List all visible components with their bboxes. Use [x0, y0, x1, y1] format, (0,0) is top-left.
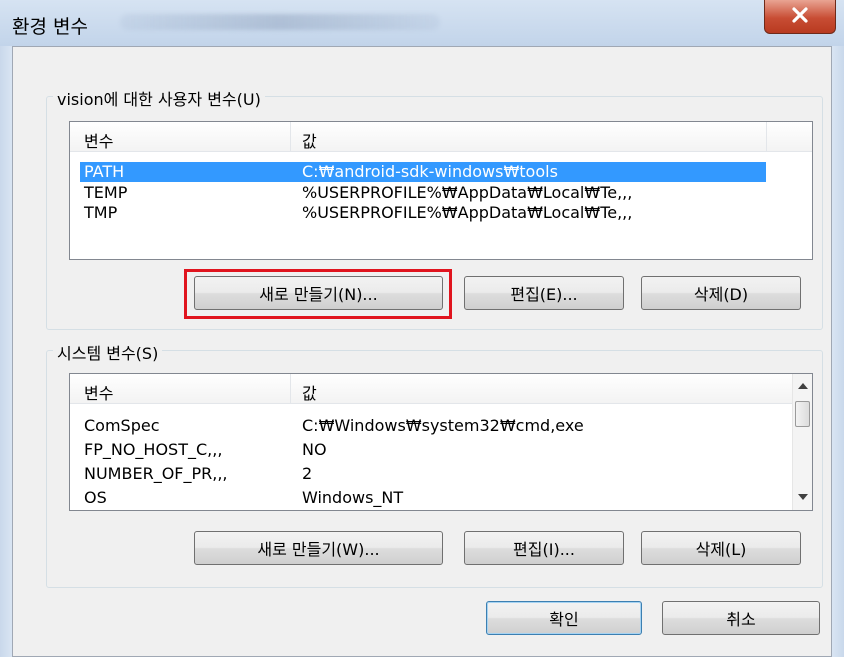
column-header-value[interactable]: 값 — [302, 380, 317, 404]
var-name: ComSpec — [84, 416, 160, 435]
system-var-row[interactable]: ComSpec C:₩Windows₩system32₩cmd,exe — [70, 416, 770, 436]
var-name: PATH — [84, 162, 125, 181]
scroll-up-arrow[interactable] — [793, 376, 812, 396]
system-var-row[interactable]: NUMBER_OF_PR,,, 2 — [70, 464, 770, 484]
column-header-variable[interactable]: 변수 — [84, 128, 113, 152]
var-value: C:₩android-sdk-windows₩tools — [302, 162, 558, 181]
var-value: C:₩Windows₩system32₩cmd,exe — [302, 416, 584, 435]
user-var-row-path[interactable]: PATH C:₩android-sdk-windows₩tools — [80, 162, 766, 182]
system-edit-button[interactable]: 편집(I)... — [464, 531, 624, 565]
system-new-button[interactable]: 새로 만들기(W)... — [194, 531, 443, 565]
var-value: 2 — [302, 464, 313, 483]
system-variables-legend: 시스템 변수(S) — [53, 340, 163, 364]
user-edit-button-label: 편집(E)... — [510, 285, 578, 304]
ok-button[interactable]: 확인 — [486, 601, 642, 635]
window-frame-left — [0, 46, 12, 657]
var-name: FP_NO_HOST_C,,, — [84, 440, 223, 459]
column-header-value[interactable]: 값 — [302, 128, 317, 152]
window-title: 환경 변수 — [12, 16, 88, 38]
cancel-button[interactable]: 취소 — [662, 601, 820, 635]
ok-button-label: 확인 — [549, 610, 579, 629]
user-new-button-label: 새로 만들기(N)... — [259, 285, 378, 304]
user-variables-list[interactable]: 변수 값 PATH C:₩android-sdk-windows₩tools T… — [69, 121, 813, 260]
close-icon — [791, 6, 809, 27]
scrollbar-thumb[interactable] — [795, 401, 810, 427]
user-edit-button[interactable]: 편집(E)... — [464, 276, 624, 310]
system-delete-button-label: 삭제(L) — [695, 540, 747, 559]
var-name: NUMBER_OF_PR,,, — [84, 464, 228, 483]
user-list-header: 변수 값 — [70, 122, 812, 152]
close-button[interactable] — [764, 0, 836, 34]
system-var-row[interactable]: FP_NO_HOST_C,,, NO — [70, 440, 770, 460]
user-delete-button-label: 삭제(D) — [693, 285, 749, 304]
column-header-variable[interactable]: 변수 — [84, 380, 113, 404]
system-variables-list[interactable]: 변수 값 ComSpec C:₩Windows₩system32₩cmd,exe… — [69, 373, 813, 511]
var-name: OS — [84, 488, 107, 507]
user-new-button[interactable]: 새로 만들기(N)... — [194, 276, 443, 310]
system-new-button-label: 새로 만들기(W)... — [257, 540, 380, 559]
var-value: NO — [302, 440, 327, 459]
user-var-row-tmp[interactable]: TMP %USERPROFILE%₩AppData₩Local₩Te,,, — [70, 203, 770, 223]
user-var-row-temp[interactable]: TEMP %USERPROFILE%₩AppData₩Local₩Te,,, — [70, 183, 770, 203]
var-name: TEMP — [84, 183, 128, 202]
user-variables-legend: vision에 대한 사용자 변수(U) — [53, 86, 265, 110]
var-value: %USERPROFILE%₩AppData₩Local₩Te,,, — [302, 183, 633, 202]
scroll-down-arrow[interactable] — [793, 487, 812, 507]
system-list-header: 변수 값 — [70, 374, 794, 404]
dialog-client-area: vision에 대한 사용자 변수(U) 변수 값 PATH C:₩androi… — [12, 46, 832, 657]
user-delete-button[interactable]: 삭제(D) — [641, 276, 801, 310]
blurred-title-text — [120, 14, 440, 30]
system-var-row[interactable]: OS Windows_NT — [70, 488, 770, 508]
system-delete-button[interactable]: 삭제(L) — [641, 531, 801, 565]
var-value: %USERPROFILE%₩AppData₩Local₩Te,,, — [302, 203, 633, 222]
window-frame-right — [832, 46, 844, 657]
cancel-button-label: 취소 — [726, 610, 756, 629]
system-edit-button-label: 편집(I)... — [513, 540, 575, 559]
var-value: Windows_NT — [302, 488, 404, 507]
var-name: TMP — [84, 203, 118, 222]
system-list-scrollbar[interactable] — [792, 374, 812, 510]
title-bar: 환경 변수 — [0, 0, 844, 46]
